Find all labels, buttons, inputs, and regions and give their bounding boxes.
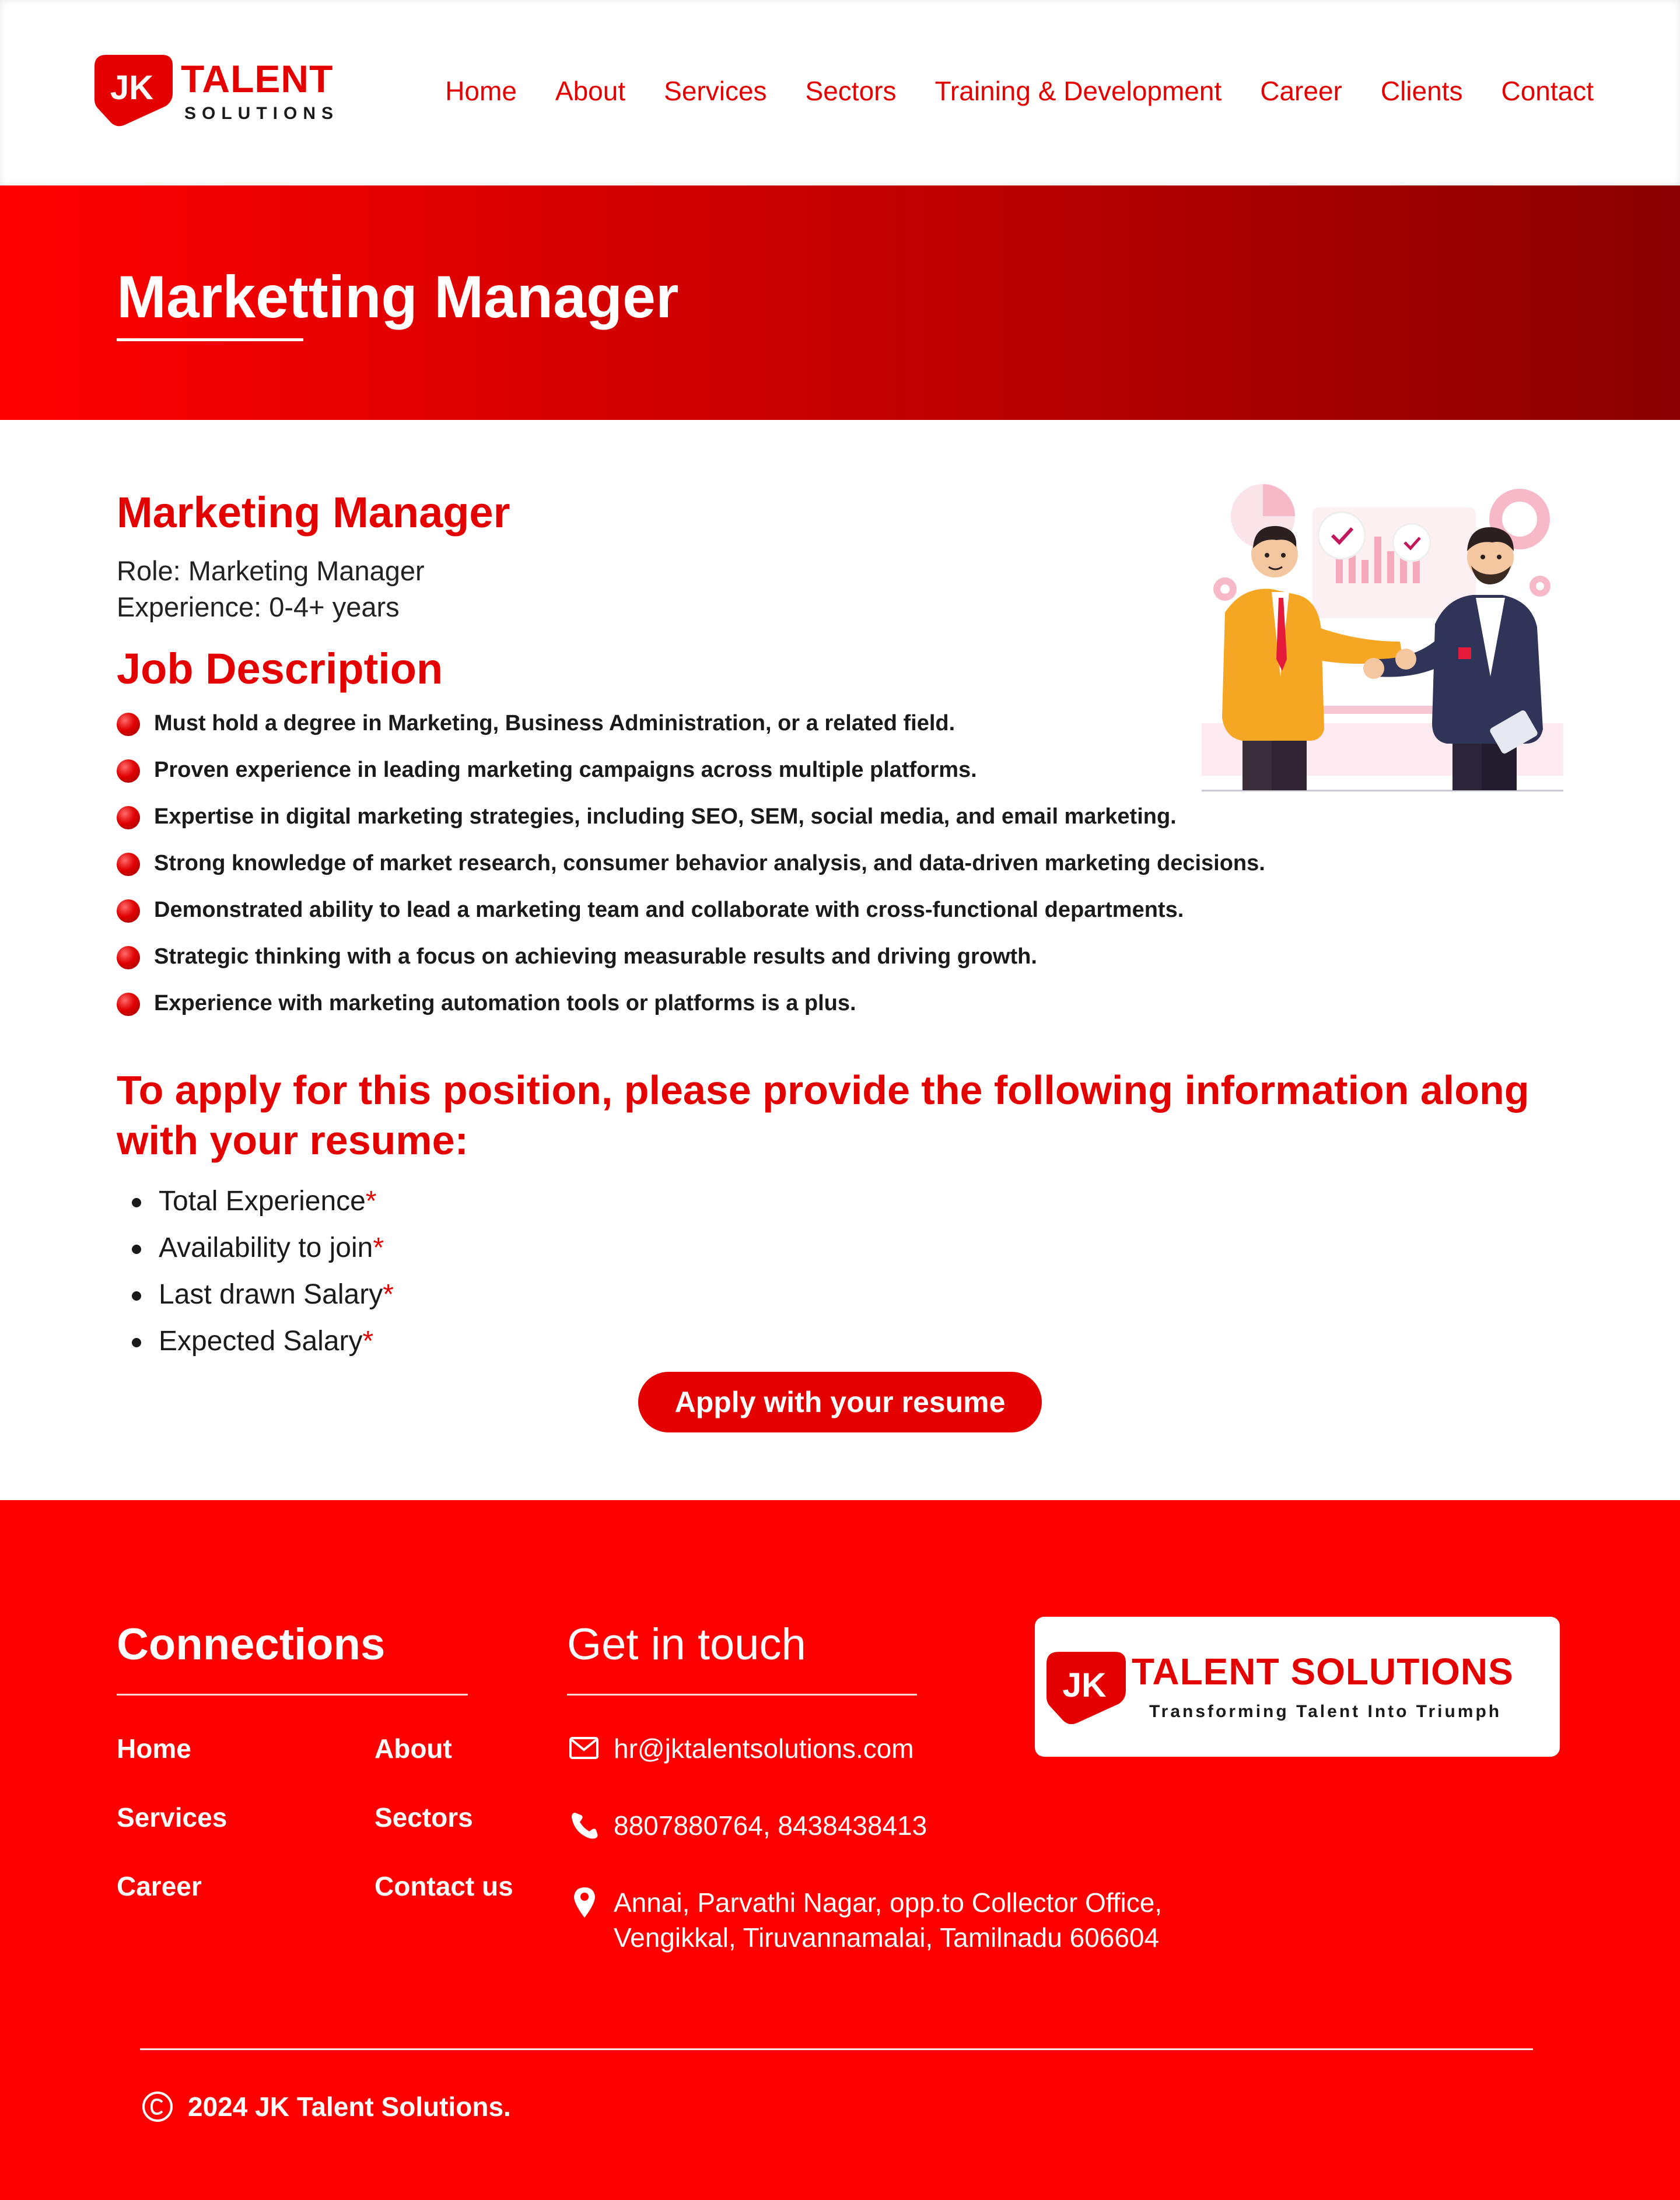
nav-services[interactable]: Services [664,70,766,112]
mail-icon [569,1737,598,1759]
footer-logo-wordmark: TALENT SOLUTIONS [1132,1651,1514,1693]
list-item: Strategic thinking with a focus on achie… [117,939,1265,986]
address-line-2: Vengikkal, Tiruvannamalai, Tamilnadu 606… [614,1922,1160,1953]
apply-heading: To apply for this position, please provi… [117,1067,1530,1163]
main-nav: Home About Services Sectors Training & D… [445,70,1594,112]
jk-logo-badge-icon: JK [1046,1652,1126,1725]
contact-phone[interactable]: 8807880764, 8438438413 [567,1808,927,1843]
footer-logo[interactable]: JK TALENT SOLUTIONS Transforming Talent … [1035,1617,1560,1757]
bullet-icon [117,899,140,923]
required-mark: * [373,1232,384,1263]
bullet-icon [117,853,140,876]
nav-contact[interactable]: Contact [1501,70,1594,112]
site-footer: Connections Home About Services Sectors … [0,1500,1680,2200]
job-title: Marketing Manager [117,488,510,537]
location-pin-icon [574,1887,595,1918]
footer-link-home[interactable]: Home [117,1731,191,1766]
copyright: 2024 JK Talent Solutions. [140,2089,511,2124]
list-item: Experience with marketing automation too… [117,986,1265,1032]
page-title: Marketting Manager [117,264,679,330]
jk-logo-badge-icon: JK [94,55,173,127]
nav-about[interactable]: About [555,70,625,112]
logo-subtitle: SOLUTIONS [184,104,340,123]
copyright-icon [142,2092,173,2122]
list-item: Expected Salary* [128,1320,394,1367]
svg-text:JK: JK [1062,1666,1106,1704]
job-role: Role: Marketing Manager [117,555,425,586]
nav-career[interactable]: Career [1260,70,1342,112]
footer-logo-tagline: Transforming Talent Into Triumph [1149,1702,1502,1721]
nav-home[interactable]: Home [445,70,517,112]
email-address[interactable]: hr@jktalentsolutions.com [614,1731,914,1766]
bullet-icon [117,713,140,736]
contact-divider [567,1694,917,1695]
bullet-icon [117,759,140,783]
list-item: Proven experience in leading marketing c… [117,752,1265,799]
footer-link-sectors[interactable]: Sectors [374,1800,473,1835]
nav-training-development[interactable]: Training & Development [935,70,1222,112]
nav-sectors[interactable]: Sectors [806,70,897,112]
required-mark: * [365,1186,377,1217]
apply-with-resume-button[interactable]: Apply with your resume [638,1372,1042,1432]
required-mark: * [362,1326,374,1357]
footer-link-services[interactable]: Services [117,1800,227,1835]
get-in-touch-heading: Get in touch [567,1620,806,1669]
connections-divider [117,1694,468,1695]
nav-clients[interactable]: Clients [1381,70,1463,112]
phone-numbers[interactable]: 8807880764, 8438438413 [614,1808,927,1843]
title-underline [117,338,303,341]
list-item: Expertise in digital marketing strategie… [117,799,1265,846]
job-experience: Experience: 0-4+ years [117,591,400,622]
contact-address: Annai, Parvathi Nagar, opp.to Collector … [567,1885,1162,1955]
job-description-list: Must hold a degree in Marketing, Busines… [117,706,1265,1032]
site-logo[interactable]: JK TALENT SOLUTIONS [93,49,350,131]
svg-text:JK: JK [110,69,153,107]
job-description-heading: Job Description [117,644,443,693]
list-item: Availability to join* [128,1227,394,1274]
connections-heading: Connections [117,1620,386,1669]
footer-divider [140,2048,1533,2050]
logo-wordmark: TALENT [181,57,334,100]
list-item: Strong knowledge of market research, con… [117,846,1265,892]
hero-banner: Marketting Manager [0,185,1680,420]
bullet-icon [117,993,140,1016]
contact-email[interactable]: hr@jktalentsolutions.com [567,1731,914,1766]
handshake-illustration [1202,484,1563,791]
address-line-1: Annai, Parvathi Nagar, opp.to Collector … [614,1887,1163,1918]
required-mark: * [383,1279,394,1310]
footer-link-career[interactable]: Career [117,1869,202,1904]
job-meta: Role: Marketing Manager Experience: 0-4+… [117,553,425,625]
site-header: JK TALENT SOLUTIONS Home About Services … [0,0,1680,185]
list-item: Last drawn Salary* [128,1274,394,1320]
list-item: Must hold a degree in Marketing, Busines… [117,706,1265,752]
list-item: Demonstrated ability to lead a marketing… [117,892,1265,939]
bullet-icon [117,806,140,829]
application-requirements-list: Total Experience* Availability to join* … [128,1180,394,1367]
copyright-text: 2024 JK Talent Solutions. [188,2092,511,2122]
list-item: Total Experience* [128,1180,394,1227]
footer-link-about[interactable]: About [374,1731,452,1766]
phone-icon [572,1813,598,1839]
bullet-icon [117,946,140,969]
footer-link-contact-us[interactable]: Contact us [374,1869,513,1904]
